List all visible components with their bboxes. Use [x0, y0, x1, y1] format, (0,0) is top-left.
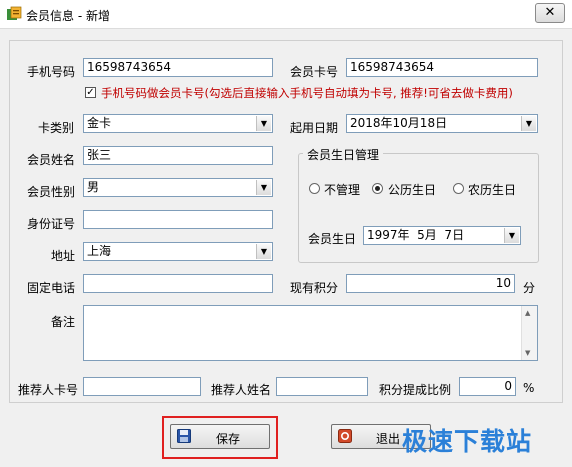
gender-label: 会员性别: [27, 185, 76, 199]
note-textarea[interactable]: ▲ ▼: [83, 305, 538, 361]
chevron-down-icon[interactable]: ▼: [256, 244, 271, 259]
fixed-phone-label: 固定电话: [27, 281, 76, 295]
referrer-name-input[interactable]: [276, 377, 368, 396]
radio-solar-birthday-label: 公历生日: [388, 183, 437, 197]
points-input[interactable]: 10: [346, 274, 515, 293]
chevron-down-icon[interactable]: ▼: [256, 116, 271, 131]
id-number-input[interactable]: [83, 210, 273, 229]
member-name-label: 会员姓名: [27, 153, 76, 167]
card-number-label: 会员卡号: [290, 65, 339, 79]
card-type-value: 金卡: [87, 116, 112, 130]
start-date-picker[interactable]: 2018年10月18日 ▼: [346, 114, 538, 133]
phone-input[interactable]: 16598743654: [83, 58, 273, 77]
phone-as-card-checkbox[interactable]: ✓: [85, 87, 96, 98]
note-value: [84, 306, 537, 310]
window-title: 会员信息 - 新增: [26, 9, 110, 23]
app-icon: [6, 6, 22, 22]
referrer-card-input[interactable]: [83, 377, 201, 396]
card-type-select[interactable]: 金卡 ▼: [83, 114, 273, 133]
address-select[interactable]: 上海 ▼: [83, 242, 273, 261]
start-date-label: 起用日期: [290, 121, 339, 135]
points-unit: 分: [523, 281, 536, 295]
start-date-value: 2018年10月18日: [350, 116, 448, 130]
points-label: 现有积分: [290, 281, 339, 295]
gender-select[interactable]: 男 ▼: [83, 178, 273, 197]
phone-as-card-text: 手机号码做会员卡号(勾选后直接输入手机号自动填为卡号, 推荐!可省去做卡费用): [101, 86, 513, 100]
scroll-up-icon[interactable]: ▲: [525, 309, 530, 317]
radio-no-manage[interactable]: [309, 183, 320, 194]
radio-lunar-birthday-label: 农历生日: [468, 183, 517, 197]
radio-no-manage-label: 不管理: [324, 183, 361, 197]
save-button[interactable]: 保存: [170, 424, 270, 449]
scroll-down-icon[interactable]: ▼: [525, 349, 530, 357]
ratio-unit: %: [523, 381, 535, 395]
chevron-down-icon[interactable]: ▼: [521, 116, 536, 131]
save-button-label: 保存: [216, 432, 241, 446]
note-scrollbar[interactable]: ▲ ▼: [521, 306, 537, 360]
site-watermark: 极速下载站: [402, 427, 533, 456]
ratio-label: 积分提成比例: [379, 383, 452, 397]
chevron-down-icon[interactable]: ▼: [504, 228, 519, 243]
floppy-disk-icon: [177, 429, 191, 446]
gender-value: 男: [87, 180, 100, 194]
card-number-input[interactable]: 16598743654: [346, 58, 538, 77]
phone-label: 手机号码: [27, 65, 76, 79]
member-name-input[interactable]: 张三: [83, 146, 273, 165]
card-type-label: 卡类别: [38, 121, 75, 135]
note-label: 备注: [51, 315, 76, 329]
radio-solar-birthday[interactable]: [372, 183, 383, 194]
referrer-card-label: 推荐人卡号: [18, 383, 79, 397]
birthday-picker[interactable]: 1997年 5月 7日 ▼: [363, 226, 521, 245]
birthday-value: 1997年 5月 7日: [367, 228, 465, 242]
radio-lunar-birthday[interactable]: [453, 183, 464, 194]
close-button[interactable]: ✕: [535, 3, 565, 23]
id-number-label: 身份证号: [27, 217, 76, 231]
address-value: 上海: [87, 244, 112, 258]
birthday-label: 会员生日: [308, 232, 357, 246]
fixed-phone-input[interactable]: [83, 274, 273, 293]
ratio-input[interactable]: 0: [459, 377, 516, 396]
referrer-name-label: 推荐人姓名: [211, 383, 272, 397]
exit-icon: [338, 429, 352, 446]
exit-button-label: 退出: [376, 432, 401, 446]
birthday-group-title: 会员生日管理: [303, 146, 384, 163]
address-label: 地址: [51, 249, 76, 263]
chevron-down-icon[interactable]: ▼: [256, 180, 271, 195]
